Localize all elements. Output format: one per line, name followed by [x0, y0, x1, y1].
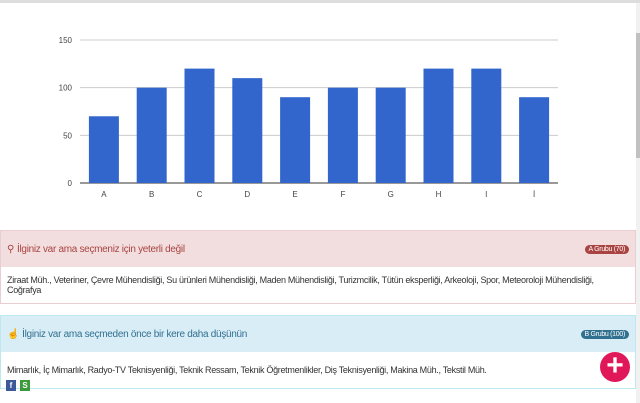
bar-G	[375, 87, 406, 183]
panel-body: Ziraat Müh., Veteriner, Çevre Mühendisli…	[1, 267, 635, 303]
panel-title: İlginiz var ama seçmeden önce bir kere d…	[22, 328, 247, 340]
x-tick-label: F	[340, 190, 345, 199]
y-tick-label: 0	[68, 179, 73, 188]
x-tick-label: C	[197, 190, 203, 199]
bar-chart: 0 50 100 150 A B C D E F G H I İ	[59, 36, 558, 199]
y-tick-label: 50	[63, 131, 72, 140]
bar-E	[280, 97, 311, 183]
panel-body: Mimarlık, İç Mimarlık, Radyo-TV Teknisye…	[1, 352, 635, 388]
thumbs-up-icon: ☝	[7, 328, 20, 340]
bar-D	[232, 78, 263, 183]
group-badge: A Grubu (70)	[584, 244, 629, 254]
y-tick-label: 150	[59, 36, 73, 45]
bar-C	[184, 68, 215, 183]
x-tick-label: İ	[533, 190, 535, 199]
group-badge: B Grubu (100)	[580, 329, 629, 339]
bar-I	[471, 68, 502, 183]
bar-F	[327, 87, 358, 183]
bar-A	[88, 116, 119, 183]
share-icon[interactable]: S	[20, 380, 30, 391]
panel-header: ⚲ İlginiz var ama seçmeniz için yeterli …	[1, 231, 635, 267]
panel-header: ☝ İlginiz var ama seçmeden önce bir kere…	[1, 316, 635, 352]
x-tick-label: G	[388, 190, 394, 199]
x-tick-label: E	[292, 190, 297, 199]
x-tick-label: D	[244, 190, 250, 199]
panel-title: İlginiz var ama seçmeniz için yeterli de…	[17, 243, 185, 255]
lightbulb-icon: ⚲	[7, 243, 15, 255]
x-tick-label: B	[149, 190, 154, 199]
x-tick-label: A	[101, 190, 107, 199]
x-tick-label: H	[436, 190, 442, 199]
facebook-share-icon[interactable]: f	[6, 380, 16, 391]
panel-b-group: ☝ İlginiz var ama seçmeden önce bir kere…	[0, 315, 636, 389]
x-tick-label: I	[485, 190, 487, 199]
y-tick-label: 100	[59, 84, 73, 93]
scrollbar-thumb[interactable]	[636, 33, 640, 158]
bar-İ	[519, 97, 550, 183]
scrollbar[interactable]	[636, 3, 640, 403]
bar-B	[136, 87, 167, 183]
panel-a-group: ⚲ İlginiz var ama seçmeniz için yeterli …	[0, 230, 636, 304]
add-button[interactable]: +	[600, 351, 630, 382]
bar-H	[423, 68, 454, 183]
